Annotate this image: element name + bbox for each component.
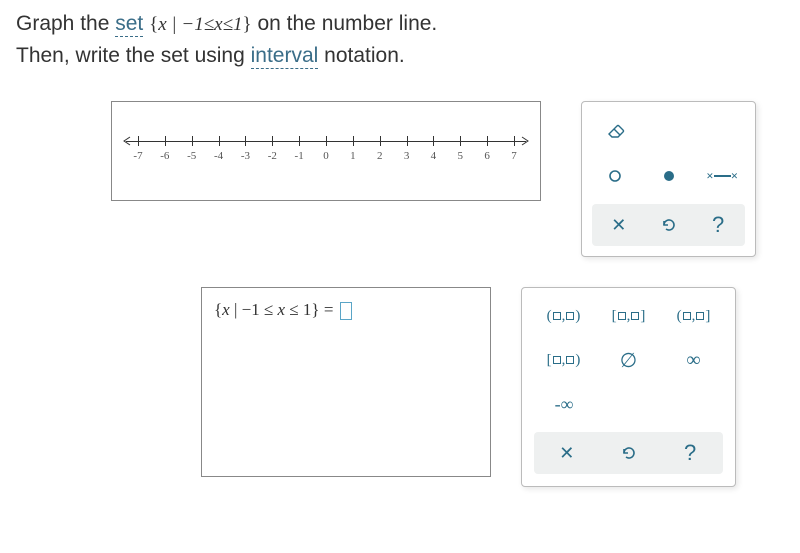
closed-point-button[interactable] bbox=[646, 158, 692, 194]
question-text: Graph the set {x | −1≤x≤1} on the number… bbox=[16, 8, 784, 71]
neg-infinity-button[interactable]: -∞ bbox=[534, 388, 594, 420]
tick[interactable] bbox=[353, 136, 354, 146]
tick[interactable] bbox=[433, 136, 434, 146]
tick-label: 3 bbox=[404, 150, 410, 162]
tick-label: 2 bbox=[377, 150, 383, 162]
reset-icon bbox=[620, 444, 638, 462]
tick-label: 5 bbox=[458, 150, 464, 162]
tick[interactable] bbox=[299, 136, 300, 146]
help-button[interactable]: ? bbox=[697, 210, 739, 240]
answer-expression: {x | −1 ≤ x ≤ 1} = bbox=[214, 300, 352, 319]
closed-closed-interval-button[interactable]: [,] bbox=[599, 300, 658, 332]
tick-label: -2 bbox=[268, 150, 277, 162]
reset-button[interactable] bbox=[648, 210, 690, 240]
tick[interactable] bbox=[219, 136, 220, 146]
tick-label: -1 bbox=[295, 150, 304, 162]
tick[interactable] bbox=[380, 136, 381, 146]
reset-icon bbox=[660, 216, 678, 234]
infinity-button[interactable]: ∞ bbox=[664, 344, 723, 376]
arrow-right-icon bbox=[520, 136, 530, 146]
set-expression: {x | −1≤x≤1} bbox=[149, 14, 252, 35]
closed-open-interval-button[interactable]: [,) bbox=[534, 344, 593, 376]
tick-label: -6 bbox=[160, 150, 169, 162]
closed-circle-icon bbox=[662, 169, 676, 183]
eraser-icon bbox=[605, 121, 627, 139]
answer-box[interactable]: {x | −1 ≤ x ≤ 1} = bbox=[201, 287, 491, 477]
interval-tool-panel: (,) [,] (,] [,) ∅ ∞ -∞ ✕ ? bbox=[521, 287, 736, 487]
tick-label: -4 bbox=[214, 150, 223, 162]
link-interval[interactable]: interval bbox=[251, 44, 319, 69]
segment-button[interactable]: ✕✕ bbox=[699, 158, 745, 194]
tick[interactable] bbox=[326, 136, 327, 146]
tick-label: -7 bbox=[133, 150, 142, 162]
tick[interactable] bbox=[138, 136, 139, 146]
answer-input-cursor[interactable] bbox=[340, 302, 352, 320]
text: notation. bbox=[318, 44, 404, 67]
interval-clear-button[interactable]: ✕ bbox=[540, 438, 594, 468]
interval-reset-button[interactable] bbox=[602, 438, 656, 468]
open-circle-icon bbox=[608, 169, 622, 183]
text: Then, write the set using bbox=[16, 44, 251, 67]
tick[interactable] bbox=[407, 136, 408, 146]
open-open-interval-button[interactable]: (,) bbox=[534, 300, 593, 332]
eraser-button[interactable] bbox=[592, 112, 640, 148]
tick-label: -5 bbox=[187, 150, 196, 162]
tick-label: 6 bbox=[484, 150, 490, 162]
text: Graph the bbox=[16, 12, 115, 35]
link-set[interactable]: set bbox=[115, 12, 143, 37]
interval-help-button[interactable]: ? bbox=[663, 438, 717, 468]
tick-label: -3 bbox=[241, 150, 250, 162]
open-closed-interval-button[interactable]: (,] bbox=[664, 300, 723, 332]
tick[interactable] bbox=[192, 136, 193, 146]
numberline[interactable]: -7 -6 -5 -4 -3 -2 -1 0 1 2 3 4 5 6 7 bbox=[126, 126, 526, 176]
clear-button[interactable]: ✕ bbox=[598, 210, 640, 240]
open-point-button[interactable] bbox=[592, 158, 638, 194]
tick-label: 1 bbox=[350, 150, 356, 162]
tick-label: 7 bbox=[511, 150, 517, 162]
graph-tool-panel: ✕✕ ✕ ? bbox=[581, 101, 756, 257]
tick[interactable] bbox=[165, 136, 166, 146]
tick[interactable] bbox=[487, 136, 488, 146]
arrow-left-icon bbox=[122, 136, 132, 146]
segment-icon: ✕✕ bbox=[706, 172, 738, 180]
empty-set-button[interactable]: ∅ bbox=[599, 344, 658, 376]
text: on the number line. bbox=[252, 12, 438, 35]
tick[interactable] bbox=[460, 136, 461, 146]
tick-label: 0 bbox=[323, 150, 329, 162]
numberline-canvas[interactable]: -7 -6 -5 -4 -3 -2 -1 0 1 2 3 4 5 6 7 bbox=[111, 101, 541, 201]
tick-label: 4 bbox=[431, 150, 437, 162]
tick[interactable] bbox=[514, 136, 515, 146]
tick[interactable] bbox=[245, 136, 246, 146]
tick[interactable] bbox=[272, 136, 273, 146]
